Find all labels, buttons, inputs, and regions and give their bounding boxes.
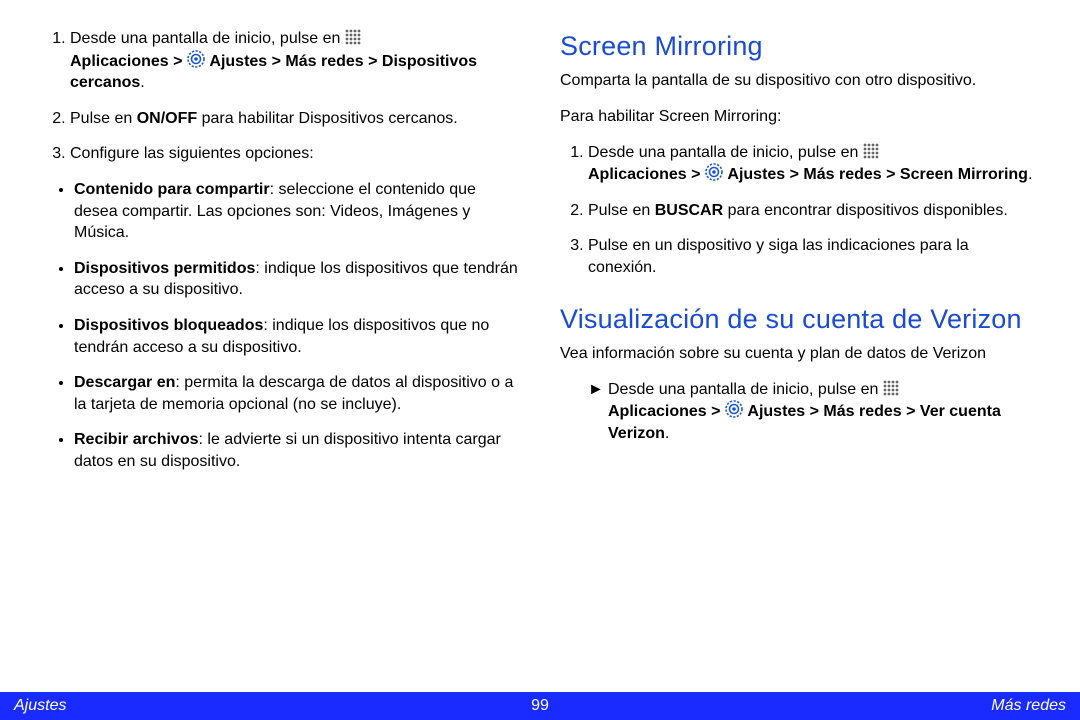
bullet-contenido: Contenido para compartir: seleccione el … <box>74 179 520 244</box>
step1-path-a: Aplicaciones > <box>70 53 187 70</box>
left-column: Desde una pantalla de inicio, pulse en A… <box>42 28 520 676</box>
bullet-bold: Dispositivos permitidos <box>74 260 255 277</box>
heading-screen-mirroring: Screen Mirroring <box>560 28 1038 64</box>
step2-pre: Pulse en <box>70 110 137 127</box>
rstep2-bold: BUSCAR <box>655 202 723 219</box>
gear-icon <box>187 50 205 68</box>
footer-right: Más redes <box>991 697 1066 715</box>
arrow-step: ► Desde una pantalla de inicio, pulse en… <box>560 379 1038 445</box>
right-step-1: Desde una pantalla de inicio, pulse en A… <box>588 142 1038 186</box>
footer-page-number: 99 <box>0 697 1080 715</box>
bullet-descargar: Descargar en: permita la descarga de dat… <box>74 372 520 415</box>
arrow-path-a: Aplicaciones > <box>608 403 725 420</box>
rstep1-path-b: Ajustes > Más redes > Screen Mirroring <box>727 166 1028 183</box>
bullet-permitidos: Dispositivos permitidos: indique los dis… <box>74 258 520 301</box>
heading-verizon: Visualización de su cuenta de Verizon <box>560 301 1038 337</box>
step1-pre: Desde una pantalla de inicio, pulse en <box>70 30 345 47</box>
left-step-1: Desde una pantalla de inicio, pulse en A… <box>70 28 520 94</box>
rstep2-post: para encontrar dispositivos disponibles. <box>723 202 1008 219</box>
step2-bold: ON/OFF <box>137 110 197 127</box>
right-step-3: Pulse en un dispositivo y siga las indic… <box>588 235 1038 278</box>
right-column: Screen Mirroring Comparta la pantalla de… <box>560 28 1038 676</box>
rstep1-pre: Desde una pantalla de inicio, pulse en <box>588 144 863 161</box>
manual-page: Desde una pantalla de inicio, pulse en A… <box>0 0 1080 720</box>
bullet-recibir: Recibir archivos: le advierte si un disp… <box>74 429 520 472</box>
right-steps-list: Desde una pantalla de inicio, pulse en A… <box>560 142 1038 279</box>
right-step-2: Pulse en BUSCAR para encontrar dispositi… <box>588 200 1038 222</box>
bullet-bold: Dispositivos bloqueados <box>74 317 263 334</box>
gear-icon <box>705 163 723 181</box>
rstep1-post: . <box>1028 166 1032 183</box>
arrow-icon: ► <box>588 379 606 445</box>
apps-grid-icon <box>883 380 899 396</box>
bullet-bold: Descargar en <box>74 374 175 391</box>
two-column-layout: Desde una pantalla de inicio, pulse en A… <box>42 28 1038 676</box>
page-footer: Ajustes 99 Más redes <box>0 692 1080 720</box>
footer-left: Ajustes <box>14 697 66 715</box>
left-step-2: Pulse en ON/OFF para habilitar Dispositi… <box>70 108 520 130</box>
step2-post: para habilitar Dispositivos cercanos. <box>197 110 458 127</box>
apps-grid-icon <box>863 143 879 159</box>
step1-post: . <box>140 74 144 91</box>
left-bullets: Contenido para compartir: seleccione el … <box>42 179 520 473</box>
rstep2-pre: Pulse en <box>588 202 655 219</box>
vz-desc: Vea información sobre su cuenta y plan d… <box>560 343 1038 365</box>
apps-grid-icon <box>345 29 361 45</box>
arrow-post: . <box>665 425 669 442</box>
gear-icon <box>725 400 743 418</box>
bullet-bold: Contenido para compartir <box>74 181 270 198</box>
sm-intro: Para habilitar Screen Mirroring: <box>560 106 1038 128</box>
bullet-bold: Recibir archivos <box>74 431 199 448</box>
arrow-pre: Desde una pantalla de inicio, pulse en <box>608 381 883 398</box>
left-steps-list: Desde una pantalla de inicio, pulse en A… <box>42 28 520 165</box>
left-step-3: Configure las siguientes opciones: <box>70 143 520 165</box>
sm-desc: Comparta la pantalla de su dispositivo c… <box>560 70 1038 92</box>
arrow-step-body: Desde una pantalla de inicio, pulse en A… <box>606 379 1038 445</box>
rstep1-path-a: Aplicaciones > <box>588 166 705 183</box>
rstep3-text: Pulse en un dispositivo y siga las indic… <box>588 237 969 276</box>
bullet-bloqueados: Dispositivos bloqueados: indique los dis… <box>74 315 520 358</box>
step3-text: Configure las siguientes opciones: <box>70 145 314 162</box>
